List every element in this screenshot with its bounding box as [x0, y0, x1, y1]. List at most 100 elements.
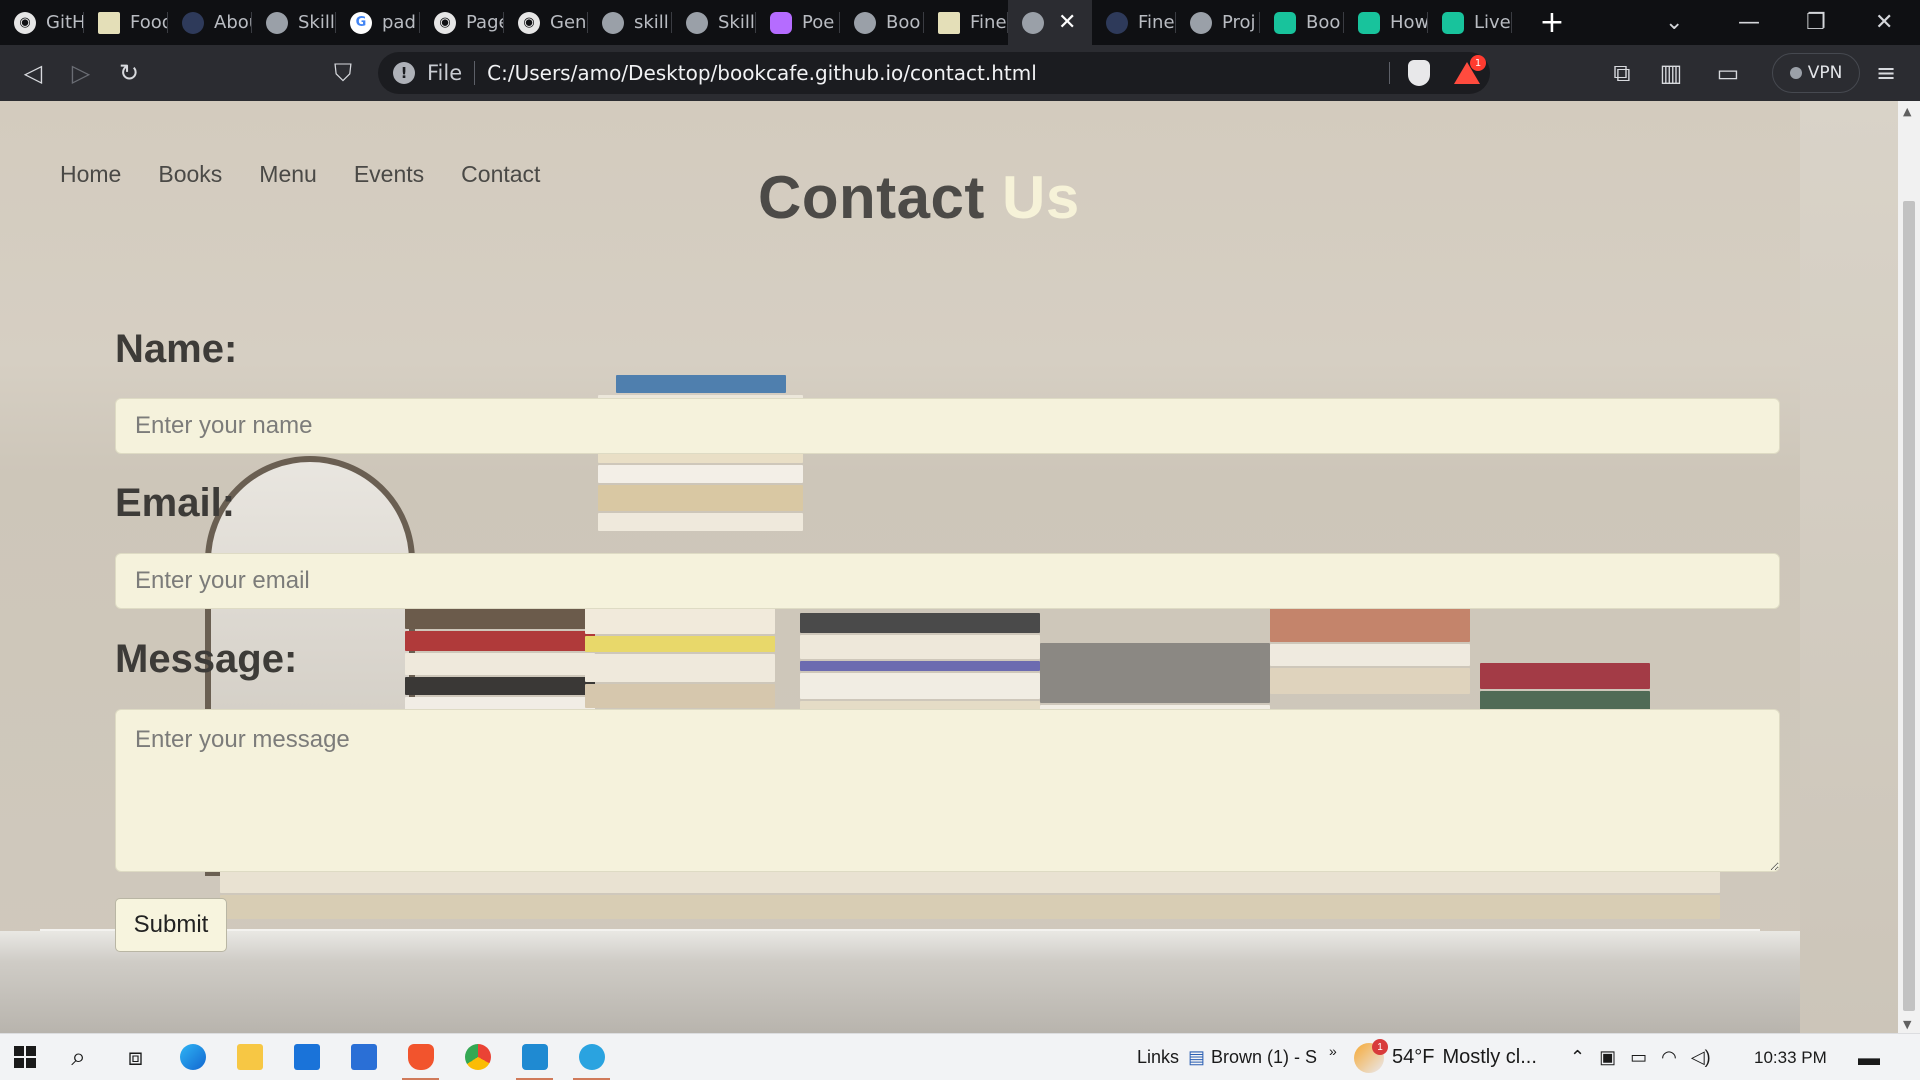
page-scrollbar[interactable]: ▲ ▼	[1898, 101, 1920, 1033]
google-icon: G	[350, 11, 372, 34]
weather-widget[interactable]: 1 54°F Mostly cl...	[1354, 1034, 1537, 1080]
dark-icon	[182, 11, 204, 34]
book-stack	[405, 601, 595, 715]
minimize-icon[interactable]: —	[1738, 0, 1760, 45]
notification-icon[interactable]: ▬	[1858, 1034, 1880, 1080]
note-icon	[938, 11, 960, 34]
pinned-doc[interactable]: ▤ Brown (1) - S»	[1188, 1034, 1337, 1080]
tab-skills[interactable]: Skills	[252, 0, 336, 45]
store-icon[interactable]	[335, 1034, 392, 1080]
bookmark-green-icon	[1442, 11, 1464, 34]
chrome-icon[interactable]	[449, 1034, 506, 1080]
task-view-icon[interactable]: ⧈	[107, 1034, 164, 1080]
tab-boo-2[interactable]: Boo	[1260, 0, 1344, 45]
url-text[interactable]: C:/Users/amo/Desktop/bookcafe.github.io/…	[487, 61, 1037, 85]
name-input[interactable]	[115, 398, 1780, 454]
tab-fine-2[interactable]: Fine	[1092, 0, 1176, 45]
overflow-chevron-icon[interactable]: »	[1329, 1043, 1337, 1059]
clock[interactable]: 10:33 PM	[1754, 1034, 1827, 1080]
document-icon: ▤	[1188, 1047, 1206, 1067]
nav-books[interactable]: Books	[158, 161, 222, 188]
volume-icon[interactable]: ◁)	[1691, 1047, 1711, 1068]
page-viewport: Home Books Menu Events Contact Contact U…	[0, 101, 1898, 1033]
globe-icon	[266, 11, 288, 34]
close-tab-icon[interactable]: ✕	[1058, 10, 1076, 35]
tab-fine[interactable]: Fine	[924, 0, 1008, 45]
browser-toolbar: ◁ ▷ ↻ ⛉ ! File C:/Users/amo/Desktop/book…	[0, 45, 1920, 101]
background-edge	[1800, 101, 1898, 1033]
tab-active-contact[interactable]: ✕	[1008, 0, 1092, 45]
file-explorer-icon[interactable]	[221, 1034, 278, 1080]
brave-shields-icon[interactable]	[1408, 60, 1430, 86]
tab-pad[interactable]: Gpad	[336, 0, 420, 45]
brave-icon[interactable]	[392, 1034, 449, 1080]
github-icon: ◉	[518, 11, 540, 34]
food-icon	[98, 11, 120, 34]
back-icon[interactable]: ◁	[9, 53, 57, 93]
tab-live[interactable]: Live	[1428, 0, 1512, 45]
bookmark-green-icon	[1274, 11, 1296, 34]
scroll-down-icon[interactable]: ▼	[1903, 1018, 1911, 1031]
reload-icon[interactable]: ↻	[105, 53, 153, 93]
nav-home[interactable]: Home	[60, 161, 121, 188]
message-label: Message:	[115, 637, 298, 681]
nav-contact[interactable]: Contact	[461, 161, 540, 188]
mail-icon[interactable]	[278, 1034, 335, 1080]
tab-how[interactable]: How	[1344, 0, 1428, 45]
tab-search-chevron-icon[interactable]: ⌄	[1665, 0, 1683, 45]
book-stack	[1270, 606, 1470, 694]
tab-boo[interactable]: Boo	[840, 0, 924, 45]
windows-taskbar: ⌕ ⧈ Links ▤ Brown (1) - S» 1 54°F Mostly …	[0, 1033, 1920, 1080]
start-icon[interactable]	[0, 1034, 50, 1080]
message-textarea[interactable]	[115, 709, 1780, 872]
new-tab-icon[interactable]: +	[1532, 5, 1572, 40]
site-info-icon[interactable]: !	[393, 62, 415, 84]
tab-skill[interactable]: skill	[588, 0, 672, 45]
vscode-icon[interactable]	[506, 1034, 563, 1080]
scroll-up-icon[interactable]: ▲	[1903, 105, 1911, 118]
tab-github[interactable]: ◉GitHub	[0, 0, 84, 45]
system-tray: ⌃ ▣ ▭ ◠ ◁)	[1570, 1034, 1711, 1080]
restore-icon[interactable]: ❐	[1806, 0, 1826, 45]
menu-icon[interactable]: ≡	[1862, 53, 1910, 93]
nav-events[interactable]: Events	[354, 161, 424, 188]
meet-icon[interactable]: ▣	[1599, 1047, 1616, 1068]
vpn-button[interactable]: VPN	[1772, 53, 1860, 93]
globe-icon	[602, 11, 624, 34]
forward-icon[interactable]: ▷	[57, 53, 105, 93]
dark-icon	[1106, 11, 1128, 34]
scroll-thumb[interactable]	[1903, 201, 1915, 1011]
wifi-icon[interactable]: ◠	[1661, 1047, 1677, 1068]
book-stack	[585, 606, 775, 708]
battery-icon[interactable]: ▭	[1630, 1047, 1647, 1068]
submit-button[interactable]: Submit	[115, 898, 227, 952]
links-toolbar[interactable]: Links	[1137, 1034, 1179, 1080]
wallet-icon[interactable]: ▭	[1704, 53, 1752, 93]
close-window-icon[interactable]: ✕	[1875, 0, 1893, 45]
tab-pages[interactable]: ◉Pages	[420, 0, 504, 45]
vpn-status-icon	[1789, 67, 1802, 79]
site-nav: Home Books Menu Events Contact	[60, 161, 540, 188]
tray-expand-icon[interactable]: ⌃	[1570, 1047, 1585, 1068]
sidebar-toggle-icon[interactable]: ▥	[1647, 53, 1695, 93]
tab-poe[interactable]: Poe	[756, 0, 840, 45]
tab-about[interactable]: About	[168, 0, 252, 45]
telegram-icon[interactable]	[563, 1034, 620, 1080]
search-icon[interactable]: ⌕	[50, 1034, 107, 1080]
poe-icon	[770, 11, 792, 34]
tab-proj[interactable]: Proj	[1176, 0, 1260, 45]
nav-menu[interactable]: Menu	[259, 161, 317, 188]
extensions-icon[interactable]: ⧉	[1598, 53, 1646, 93]
book-stack	[800, 611, 1040, 725]
rewards-badge: 1	[1470, 55, 1486, 71]
globe-icon	[686, 11, 708, 34]
tab-food[interactable]: Food	[84, 0, 168, 45]
page-title: Contact Us	[758, 163, 1080, 232]
email-input[interactable]	[115, 553, 1780, 609]
edge-icon[interactable]	[164, 1034, 221, 1080]
tab-skill-2[interactable]: Skill	[672, 0, 756, 45]
tab-gen[interactable]: ◉ Gen	[504, 0, 588, 45]
address-bar[interactable]: ! File C:/Users/amo/Desktop/bookcafe.git…	[378, 52, 1490, 94]
bookmark-icon[interactable]: ⛉	[319, 53, 367, 93]
globe-icon	[1022, 11, 1044, 34]
